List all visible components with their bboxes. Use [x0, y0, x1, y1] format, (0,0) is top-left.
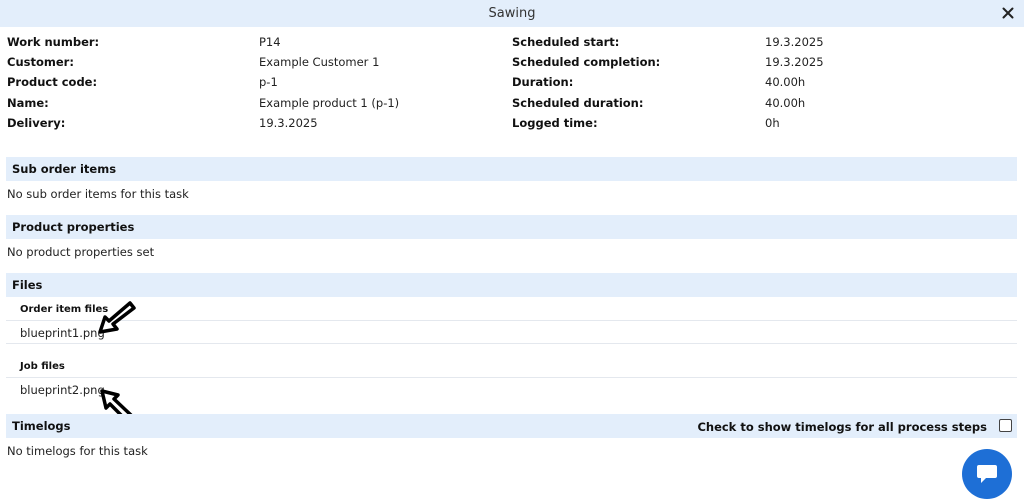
job-file-link[interactable]: blueprint2.png	[20, 383, 105, 397]
scheduled-completion-value: 19.3.2025	[765, 55, 824, 69]
order-item-file-link[interactable]: blueprint1.png	[20, 326, 105, 340]
close-button[interactable]	[1000, 5, 1016, 21]
sub-order-items-header: Sub order items	[6, 157, 1017, 181]
sub-order-items-empty: No sub order items for this task	[7, 187, 189, 201]
logged-time-value: 0h	[765, 116, 780, 130]
customer-label: Customer:	[7, 55, 74, 69]
name-value: Example product 1 (p-1)	[259, 96, 400, 110]
divider	[6, 343, 1017, 344]
product-properties-empty: No product properties set	[7, 245, 155, 259]
job-files-label: Job files	[20, 361, 65, 372]
divider	[6, 320, 1017, 321]
close-icon	[1002, 7, 1014, 19]
dialog-title: Sawing	[488, 6, 536, 21]
pointer-arrow-icon	[98, 301, 136, 334]
scheduled-start-value: 19.3.2025	[765, 35, 824, 49]
timelogs-header: Timelogs Check to show timelogs for all …	[6, 414, 1017, 438]
work-number-label: Work number:	[7, 35, 100, 49]
chat-bubble-icon	[977, 465, 997, 483]
divider	[6, 377, 1017, 378]
scheduled-completion-label: Scheduled completion:	[512, 55, 661, 69]
dialog-titlebar: Sawing	[0, 0, 1024, 27]
delivery-value: 19.3.2025	[259, 116, 318, 130]
timelogs-title: Timelogs	[12, 419, 71, 433]
timelogs-empty: No timelogs for this task	[7, 444, 148, 458]
name-label: Name:	[7, 96, 49, 110]
delivery-label: Delivery:	[7, 116, 66, 130]
files-header: Files	[6, 273, 1017, 297]
chat-button[interactable]	[962, 449, 1012, 499]
scheduled-start-label: Scheduled start:	[512, 35, 620, 49]
product-code-label: Product code:	[7, 75, 98, 89]
files-title: Files	[12, 278, 43, 292]
product-code-value: p-1	[259, 75, 278, 89]
duration-label: Duration:	[512, 75, 574, 89]
work-number-value: P14	[259, 35, 281, 49]
product-properties-title: Product properties	[12, 220, 135, 234]
product-properties-header: Product properties	[6, 215, 1017, 239]
scheduled-duration-label: Scheduled duration:	[512, 96, 644, 110]
show-all-timelogs-label[interactable]: Check to show timelogs for all process s…	[697, 420, 987, 434]
scheduled-duration-value: 40.00h	[765, 96, 806, 110]
duration-value: 40.00h	[765, 75, 806, 89]
customer-value: Example Customer 1	[259, 55, 380, 69]
show-all-timelogs-checkbox[interactable]	[999, 419, 1012, 432]
logged-time-label: Logged time:	[512, 116, 598, 130]
sub-order-items-title: Sub order items	[12, 162, 117, 176]
